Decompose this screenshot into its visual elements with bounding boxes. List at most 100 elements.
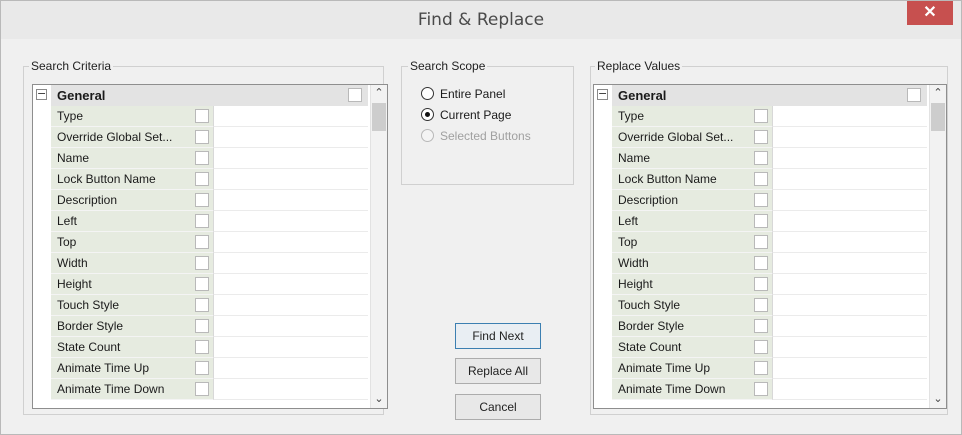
property-row[interactable]: Type	[33, 106, 387, 127]
category-row[interactable]: − General	[33, 85, 387, 106]
property-value-cell[interactable]	[772, 295, 927, 316]
property-checkbox[interactable]	[195, 193, 209, 207]
scrollbar-thumb[interactable]	[372, 103, 386, 131]
property-value-cell[interactable]	[772, 148, 927, 169]
minus-square-icon[interactable]: −	[36, 88, 47, 100]
radio-button[interactable]	[421, 108, 434, 121]
property-checkbox[interactable]	[195, 340, 209, 354]
property-checkbox[interactable]	[754, 214, 768, 228]
radio-button[interactable]	[421, 87, 434, 100]
property-value-cell[interactable]	[772, 274, 927, 295]
property-value-cell[interactable]	[772, 337, 927, 358]
property-value-cell[interactable]	[213, 127, 368, 148]
property-value-cell[interactable]	[213, 337, 368, 358]
property-row[interactable]: Touch Style	[33, 295, 387, 316]
property-value-cell[interactable]	[213, 379, 368, 400]
property-checkbox[interactable]	[754, 319, 768, 333]
property-checkbox[interactable]	[754, 340, 768, 354]
property-checkbox[interactable]	[195, 109, 209, 123]
property-row[interactable]: Border Style	[33, 316, 387, 337]
property-value-cell[interactable]	[772, 211, 927, 232]
property-value-cell[interactable]	[772, 106, 927, 127]
category-row[interactable]: − General	[594, 85, 946, 106]
property-row[interactable]: Top	[33, 232, 387, 253]
property-row[interactable]: Override Global Set...	[33, 127, 387, 148]
property-value-cell[interactable]	[772, 190, 927, 211]
property-checkbox[interactable]	[195, 361, 209, 375]
chevron-up-icon[interactable]: ⌃	[371, 86, 387, 99]
category-checkbox[interactable]	[907, 88, 921, 102]
property-row[interactable]: Height	[594, 274, 946, 295]
find-next-button[interactable]: Find Next	[455, 323, 541, 349]
property-checkbox[interactable]	[195, 298, 209, 312]
property-value-cell[interactable]	[213, 106, 368, 127]
property-value-cell[interactable]	[213, 274, 368, 295]
vertical-scrollbar[interactable]: ⌃ ⌄	[370, 85, 387, 408]
property-value-cell[interactable]	[213, 148, 368, 169]
search-criteria-grid[interactable]: − General Type Override Global Set... Name Lo…	[32, 84, 388, 409]
vertical-scrollbar[interactable]: ⌃ ⌄	[929, 85, 946, 408]
property-row[interactable]: Left	[33, 211, 387, 232]
title-bar[interactable]: Find & Replace ✕	[1, 1, 961, 39]
property-checkbox[interactable]	[195, 277, 209, 291]
property-checkbox[interactable]	[754, 193, 768, 207]
property-value-cell[interactable]	[213, 190, 368, 211]
property-row[interactable]: Animate Time Down	[594, 379, 946, 400]
property-checkbox[interactable]	[754, 130, 768, 144]
scope-option[interactable]: Current Page	[421, 106, 561, 124]
scope-option[interactable]: Entire Panel	[421, 85, 561, 103]
scrollbar-thumb[interactable]	[931, 103, 945, 131]
property-value-cell[interactable]	[213, 358, 368, 379]
property-value-cell[interactable]	[213, 316, 368, 337]
chevron-down-icon[interactable]: ⌄	[371, 392, 387, 405]
property-value-cell[interactable]	[772, 232, 927, 253]
property-checkbox[interactable]	[754, 172, 768, 186]
property-row[interactable]: State Count	[594, 337, 946, 358]
property-checkbox[interactable]	[754, 382, 768, 396]
property-checkbox[interactable]	[754, 298, 768, 312]
property-checkbox[interactable]	[195, 214, 209, 228]
chevron-down-icon[interactable]: ⌄	[930, 392, 946, 405]
property-value-cell[interactable]	[772, 358, 927, 379]
property-value-cell[interactable]	[213, 253, 368, 274]
property-checkbox[interactable]	[754, 235, 768, 249]
property-value-cell[interactable]	[213, 232, 368, 253]
property-value-cell[interactable]	[213, 295, 368, 316]
chevron-up-icon[interactable]: ⌃	[930, 86, 946, 99]
property-checkbox[interactable]	[195, 256, 209, 270]
replace-values-grid[interactable]: − General Type Override Global Set... Name Lo…	[593, 84, 947, 409]
property-row[interactable]: Description	[33, 190, 387, 211]
close-button[interactable]: ✕	[907, 1, 953, 25]
property-checkbox[interactable]	[754, 361, 768, 375]
property-row[interactable]: Width	[594, 253, 946, 274]
property-row[interactable]: Top	[594, 232, 946, 253]
property-value-cell[interactable]	[772, 253, 927, 274]
property-value-cell[interactable]	[772, 127, 927, 148]
property-checkbox[interactable]	[754, 151, 768, 165]
cancel-button[interactable]: Cancel	[455, 394, 541, 420]
property-value-cell[interactable]	[213, 169, 368, 190]
property-row[interactable]: Animate Time Up	[33, 358, 387, 379]
property-value-cell[interactable]	[772, 169, 927, 190]
replace-all-button[interactable]: Replace All	[455, 358, 541, 384]
category-checkbox[interactable]	[348, 88, 362, 102]
property-checkbox[interactable]	[195, 172, 209, 186]
property-row[interactable]: Override Global Set...	[594, 127, 946, 148]
property-row[interactable]: Touch Style	[594, 295, 946, 316]
property-checkbox[interactable]	[195, 151, 209, 165]
property-checkbox[interactable]	[754, 277, 768, 291]
property-checkbox[interactable]	[195, 130, 209, 144]
property-row[interactable]: Height	[33, 274, 387, 295]
property-value-cell[interactable]	[772, 379, 927, 400]
property-row[interactable]: Left	[594, 211, 946, 232]
minus-square-icon[interactable]: −	[597, 88, 608, 100]
property-row[interactable]: Lock Button Name	[594, 169, 946, 190]
property-value-cell[interactable]	[213, 211, 368, 232]
property-checkbox[interactable]	[195, 319, 209, 333]
property-row[interactable]: Type	[594, 106, 946, 127]
property-value-cell[interactable]	[772, 316, 927, 337]
property-row[interactable]: Name	[33, 148, 387, 169]
property-checkbox[interactable]	[195, 235, 209, 249]
property-row[interactable]: State Count	[33, 337, 387, 358]
property-row[interactable]: Animate Time Up	[594, 358, 946, 379]
